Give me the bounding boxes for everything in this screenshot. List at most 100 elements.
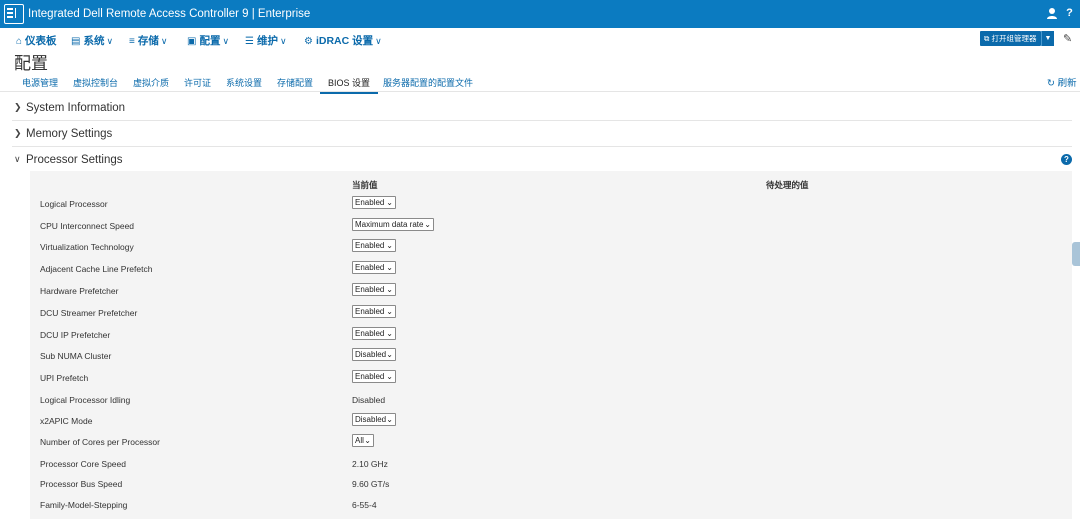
section-memory-settings[interactable]: ❯ Memory Settings — [12, 121, 1072, 147]
open-group-manager-dropdown[interactable]: ▼ — [1041, 31, 1054, 46]
tab-storage-configuration[interactable]: 存储配置 — [277, 76, 313, 89]
adjacent-cache-line-prefetch-select[interactable]: Enabled ⌄ — [352, 261, 396, 274]
select-value: Enabled — [355, 329, 385, 338]
setting-label: Logical Processor Idling — [40, 395, 131, 405]
virtualization-technology-select[interactable]: Enabled ⌄ — [352, 239, 396, 252]
chevron-down-icon: ⌄ — [424, 220, 431, 229]
menu-maintenance-label: 维护 — [256, 35, 278, 47]
section-title: System Information — [26, 102, 126, 114]
tab-power-management[interactable]: 电源管理 — [22, 76, 58, 89]
setting-label: Virtualization Technology — [40, 242, 134, 252]
setting-label: CPU Interconnect Speed — [40, 221, 135, 231]
processor-settings-table: 当前值 待处理的值 Logical Processor Enabled ⌄ CPU… — [30, 171, 1072, 519]
configuration-icon: ▣ — [187, 36, 197, 47]
chevron-down-icon: ∨ — [279, 36, 287, 46]
chevron-down-icon: ∨ — [222, 36, 230, 46]
select-value: Enabled — [355, 198, 385, 207]
select-value: Enabled — [355, 372, 385, 381]
setting-label: Number of Cores per Processor — [40, 437, 160, 447]
section-title: Memory Settings — [26, 128, 113, 140]
pin-icon[interactable]: ✎ — [1063, 32, 1072, 45]
dcu-streamer-prefetcher-select[interactable]: Enabled ⌄ — [352, 305, 396, 318]
chevron-down-icon: ⌄ — [386, 285, 393, 294]
help-icon[interactable]: ? — [1061, 154, 1072, 165]
chevron-down-icon: ⌄ — [364, 436, 371, 445]
open-group-manager-label: 打开组管理器 — [991, 34, 1037, 43]
user-icon[interactable] — [1046, 7, 1058, 20]
tab-system-settings[interactable]: 系统设置 — [226, 76, 262, 89]
menu-dashboard-label: 仪表板 — [25, 35, 57, 47]
menu-storage[interactable]: ≡ 存储 ∨ — [129, 33, 167, 48]
app-title: Integrated Dell Remote Access Controller… — [28, 8, 311, 20]
idrac-logo-icon — [4, 4, 24, 24]
column-current-value: 当前值 — [352, 180, 378, 190]
home-icon: ⌂ — [16, 36, 23, 47]
chevron-down-icon: ⌄ — [386, 263, 393, 272]
menu-dashboard[interactable]: ⌂ 仪表板 — [16, 33, 57, 48]
menu-idrac-settings-label: iDRAC 设置 — [315, 35, 374, 47]
main-menu: ⌂ 仪表板 ▤ 系统 ∨ ≡ 存储 ∨ ▣ 配置 ∨ ☰ 维护 ∨ ⚙ iDRAC 设置 ∨ — [0, 28, 1080, 50]
chevron-down-icon: ∨ — [160, 36, 168, 46]
hardware-prefetcher-select[interactable]: Enabled ⌄ — [352, 283, 396, 296]
chevron-down-icon: ⌄ — [386, 329, 393, 338]
sub-numa-cluster-select[interactable]: Disabled ⌄ — [352, 348, 396, 361]
settings-icon: ⚙ — [304, 36, 313, 47]
refresh-label: 刷新 — [1057, 78, 1077, 89]
maintenance-icon: ☰ — [245, 36, 254, 47]
setting-label: Sub NUMA Cluster — [40, 351, 112, 361]
tab-server-configuration-profile[interactable]: 服务器配置的配置文件 — [383, 76, 473, 89]
chevron-down-icon: ⌄ — [386, 415, 393, 424]
menu-system-label: 系统 — [83, 35, 105, 47]
tab-virtual-media[interactable]: 虚拟介质 — [133, 76, 169, 89]
select-value: All — [355, 436, 364, 445]
upi-prefetch-select[interactable]: Enabled ⌄ — [352, 370, 396, 383]
section-system-information[interactable]: ❯ System Information — [12, 95, 1072, 121]
setting-label: Hardware Prefetcher — [40, 286, 119, 296]
x2apic-mode-select[interactable]: Disabled ⌄ — [352, 413, 396, 426]
tab-bar: 电源管理 虚拟控制台 虚拟介质 许可证 系统设置 存储配置 BIOS 设置 服务… — [0, 72, 1080, 94]
setting-label: UPI Prefetch — [40, 373, 89, 383]
cpu-interconnect-speed-select[interactable]: Maximum data rate ⌄ — [352, 218, 434, 231]
tab-virtual-console[interactable]: 虚拟控制台 — [73, 76, 118, 89]
chevron-right-icon: ❯ — [14, 128, 22, 138]
menu-system[interactable]: ▤ 系统 ∨ — [71, 33, 113, 48]
chevron-down-icon: ⌄ — [386, 307, 393, 316]
setting-label: Adjacent Cache Line Prefetch — [40, 264, 153, 274]
tab-licenses[interactable]: 许可证 — [184, 76, 211, 89]
logical-processor-idling-value: Disabled — [352, 395, 386, 405]
system-icon: ▤ — [71, 36, 81, 47]
menu-idrac-settings[interactable]: ⚙ iDRAC 设置 ∨ — [304, 33, 382, 48]
chevron-down-icon: ▼ — [1044, 35, 1052, 42]
help-icon[interactable]: ? — [1063, 7, 1076, 20]
section-processor-settings[interactable]: ∨ Processor Settings ? — [12, 147, 1072, 173]
chevron-down-icon: ∨ — [106, 36, 114, 46]
chevron-right-icon: ❯ — [14, 102, 22, 112]
family-model-stepping-value: 6-55-4 — [352, 500, 377, 510]
setting-label: DCU IP Prefetcher — [40, 330, 111, 340]
chevron-down-icon: ⌄ — [386, 241, 393, 250]
title-bar: Integrated Dell Remote Access Controller… — [0, 0, 1080, 28]
select-value: Disabled — [355, 350, 387, 359]
group-manager-icon: ⧉ — [984, 34, 990, 43]
chevron-down-icon: ∨ — [375, 36, 382, 46]
setting-label: DCU Streamer Prefetcher — [40, 308, 138, 318]
chevron-down-icon: ∨ — [14, 154, 21, 164]
select-value: Disabled — [355, 415, 387, 424]
logical-processor-select[interactable]: Enabled ⌄ — [352, 196, 396, 209]
select-value: Maximum data rate — [355, 220, 424, 229]
cores-per-processor-select[interactable]: All ⌄ — [352, 434, 374, 447]
tab-bios-settings[interactable]: BIOS 设置 — [320, 76, 379, 94]
refresh-button[interactable]: ↻ 刷新 — [1047, 75, 1077, 89]
processor-core-speed-value: 2.10 GHz — [352, 459, 388, 469]
refresh-icon: ↻ — [1047, 78, 1055, 89]
setting-label: Family-Model-Stepping — [40, 500, 128, 510]
column-pending-value: 待处理的值 — [766, 180, 809, 190]
menu-maintenance[interactable]: ☰ 维护 ∨ — [245, 33, 287, 48]
select-value: Enabled — [355, 285, 385, 294]
storage-icon: ≡ — [129, 36, 135, 47]
menu-configuration[interactable]: ▣ 配置 ∨ — [187, 33, 229, 48]
setting-label: Logical Processor — [40, 199, 108, 209]
dcu-ip-prefetcher-select[interactable]: Enabled ⌄ — [352, 327, 396, 340]
side-panel-handle[interactable] — [1072, 242, 1080, 266]
open-group-manager-button[interactable]: ⧉ 打开组管理器 — [980, 31, 1041, 46]
